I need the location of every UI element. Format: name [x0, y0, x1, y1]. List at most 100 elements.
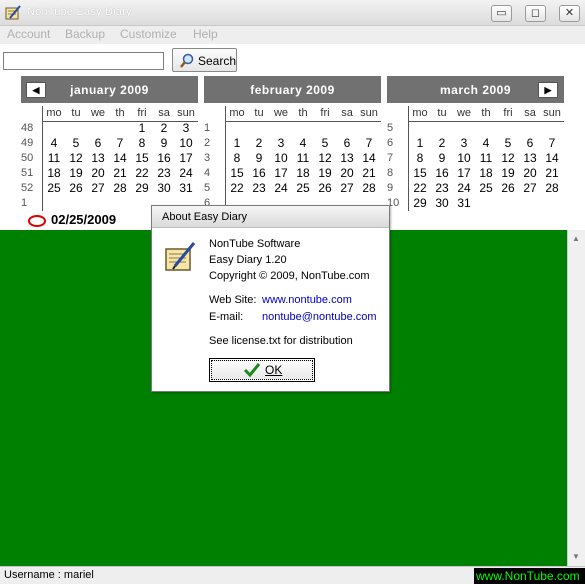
- day-cell[interactable]: 17: [453, 166, 475, 181]
- day-cell[interactable]: 28: [109, 181, 131, 196]
- day-cell[interactable]: 17: [270, 166, 292, 181]
- day-cell[interactable]: 12: [65, 151, 87, 166]
- day-cell[interactable]: 25: [43, 181, 65, 196]
- day-cell[interactable]: 24: [270, 181, 292, 196]
- day-cell[interactable]: 29: [409, 196, 431, 211]
- day-cell[interactable]: 3: [453, 136, 475, 151]
- day-cell[interactable]: 6: [87, 136, 109, 151]
- day-cell[interactable]: 7: [541, 136, 563, 151]
- day-cell[interactable]: 14: [358, 151, 380, 166]
- day-cell[interactable]: 26: [65, 181, 87, 196]
- search-input[interactable]: [3, 52, 164, 70]
- day-cell[interactable]: 18: [43, 166, 65, 181]
- day-cell[interactable]: 23: [248, 181, 270, 196]
- day-cell[interactable]: 30: [153, 181, 175, 196]
- day-cell[interactable]: 19: [314, 166, 336, 181]
- scroll-up-icon[interactable]: ▲: [572, 234, 580, 243]
- day-cell[interactable]: 16: [153, 151, 175, 166]
- day-cell[interactable]: 21: [358, 166, 380, 181]
- day-cell[interactable]: 23: [153, 166, 175, 181]
- day-cell[interactable]: 1: [226, 136, 248, 151]
- day-cell[interactable]: 14: [541, 151, 563, 166]
- menu-account[interactable]: Account: [7, 27, 50, 41]
- day-cell[interactable]: 22: [409, 181, 431, 196]
- day-cell[interactable]: 21: [541, 166, 563, 181]
- day-cell[interactable]: 20: [519, 166, 541, 181]
- day-cell[interactable]: 27: [87, 181, 109, 196]
- day-cell[interactable]: 29: [131, 181, 153, 196]
- day-cell[interactable]: 24: [175, 166, 197, 181]
- website-link[interactable]: www.nontube.com: [262, 294, 352, 306]
- day-cell[interactable]: 31: [453, 196, 475, 211]
- day-cell[interactable]: 1: [131, 121, 153, 136]
- day-cell[interactable]: 25: [292, 181, 314, 196]
- email-link[interactable]: nontube@nontube.com: [262, 311, 377, 323]
- day-cell[interactable]: 12: [497, 151, 519, 166]
- day-cell[interactable]: 24: [453, 181, 475, 196]
- day-cell[interactable]: 3: [270, 136, 292, 151]
- scroll-down-icon[interactable]: ▼: [572, 552, 580, 561]
- day-cell[interactable]: 13: [336, 151, 358, 166]
- day-cell[interactable]: 11: [475, 151, 497, 166]
- day-cell[interactable]: 5: [65, 136, 87, 151]
- close-button[interactable]: ✕: [559, 5, 580, 22]
- day-cell[interactable]: 15: [131, 151, 153, 166]
- day-cell[interactable]: 22: [226, 181, 248, 196]
- day-cell[interactable]: 10: [175, 136, 197, 151]
- day-cell[interactable]: 4: [475, 136, 497, 151]
- day-cell[interactable]: 5: [497, 136, 519, 151]
- day-cell[interactable]: 12: [314, 151, 336, 166]
- day-cell[interactable]: 16: [248, 166, 270, 181]
- day-cell[interactable]: 8: [131, 136, 153, 151]
- day-cell[interactable]: 6: [519, 136, 541, 151]
- day-cell[interactable]: 10: [270, 151, 292, 166]
- day-cell[interactable]: 2: [431, 136, 453, 151]
- day-cell[interactable]: 8: [226, 151, 248, 166]
- day-cell[interactable]: 2: [248, 136, 270, 151]
- day-cell[interactable]: 4: [292, 136, 314, 151]
- day-cell[interactable]: 31: [175, 181, 197, 196]
- day-cell[interactable]: 5: [314, 136, 336, 151]
- menu-backup[interactable]: Backup: [65, 27, 105, 41]
- day-cell[interactable]: 26: [314, 181, 336, 196]
- day-cell[interactable]: 19: [65, 166, 87, 181]
- day-cell[interactable]: 20: [87, 166, 109, 181]
- menu-customize[interactable]: Customize: [120, 27, 177, 41]
- day-cell[interactable]: 28: [541, 181, 563, 196]
- day-cell[interactable]: 7: [358, 136, 380, 151]
- day-cell[interactable]: 2: [153, 121, 175, 136]
- search-button[interactable]: Search: [172, 48, 237, 72]
- day-cell[interactable]: 18: [292, 166, 314, 181]
- day-cell[interactable]: 14: [109, 151, 131, 166]
- day-cell[interactable]: 13: [519, 151, 541, 166]
- day-cell[interactable]: 16: [431, 166, 453, 181]
- day-cell[interactable]: 20: [336, 166, 358, 181]
- day-cell[interactable]: 18: [475, 166, 497, 181]
- day-cell[interactable]: 30: [431, 196, 453, 211]
- day-cell[interactable]: 19: [497, 166, 519, 181]
- day-cell[interactable]: 21: [109, 166, 131, 181]
- day-cell[interactable]: 17: [175, 151, 197, 166]
- day-cell[interactable]: 15: [226, 166, 248, 181]
- day-cell[interactable]: 23: [431, 181, 453, 196]
- menu-help[interactable]: Help: [193, 27, 218, 41]
- ok-button[interactable]: OK: [209, 358, 315, 382]
- next-month-button[interactable]: ▶: [538, 82, 558, 98]
- day-cell[interactable]: 27: [519, 181, 541, 196]
- day-cell[interactable]: 25: [475, 181, 497, 196]
- day-cell[interactable]: 1: [409, 136, 431, 151]
- day-cell[interactable]: 22: [131, 166, 153, 181]
- day-cell[interactable]: 27: [336, 181, 358, 196]
- day-cell[interactable]: 10: [453, 151, 475, 166]
- day-cell[interactable]: 9: [431, 151, 453, 166]
- day-cell[interactable]: 6: [336, 136, 358, 151]
- day-cell[interactable]: 28: [358, 181, 380, 196]
- day-cell[interactable]: 9: [153, 136, 175, 151]
- minimize-button[interactable]: ▭: [491, 5, 512, 22]
- day-cell[interactable]: 15: [409, 166, 431, 181]
- day-cell[interactable]: 11: [43, 151, 65, 166]
- day-cell[interactable]: 26: [497, 181, 519, 196]
- day-cell[interactable]: 3: [175, 121, 197, 136]
- maximize-button[interactable]: ◻: [525, 5, 546, 22]
- day-cell[interactable]: 8: [409, 151, 431, 166]
